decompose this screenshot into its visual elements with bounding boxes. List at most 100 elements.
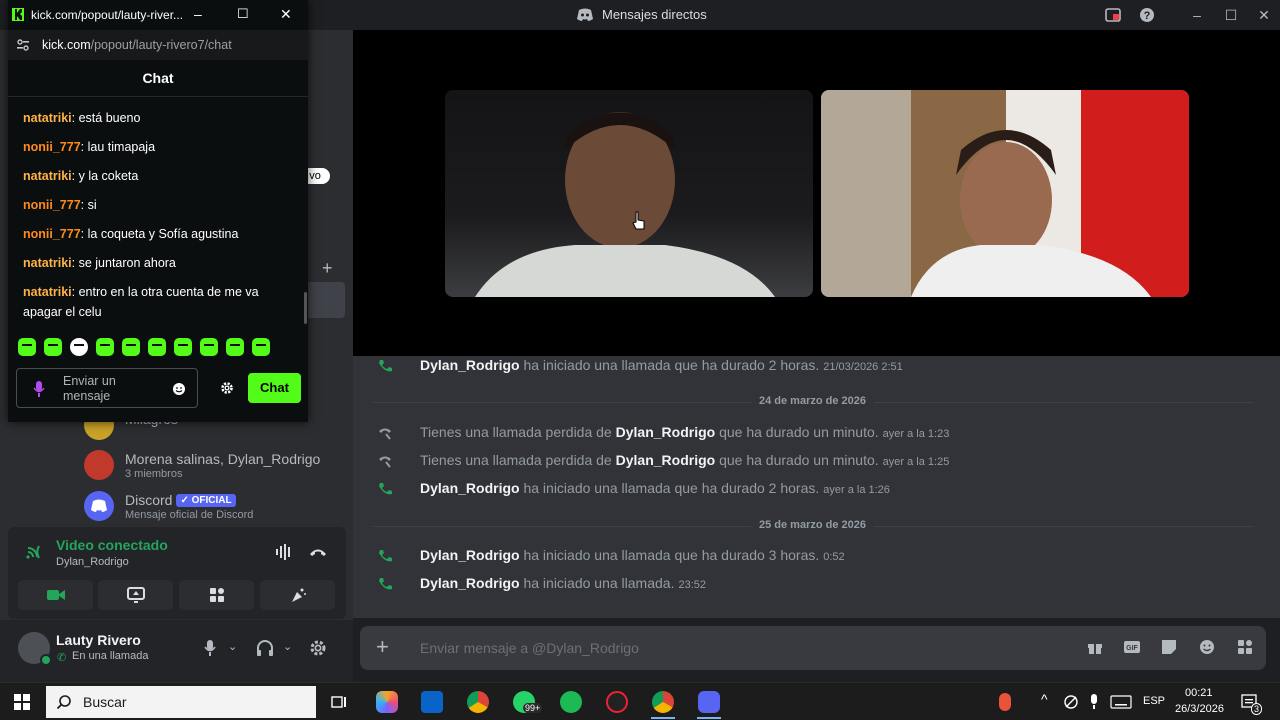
keyboard-icon[interactable] — [1110, 695, 1132, 709]
voice-status: Video conectado — [56, 537, 168, 553]
emote-icon[interactable] — [200, 338, 218, 356]
disconnect-icon[interactable] — [308, 543, 328, 561]
gif-icon[interactable]: GIF — [1123, 638, 1143, 658]
message-composer[interactable]: + Enviar mensaje a @Dylan_Rodrigo GIF — [360, 626, 1266, 670]
chevron-down-icon[interactable]: ⌄ — [228, 640, 237, 653]
emoji-icon[interactable] — [1198, 638, 1218, 658]
minimize-icon[interactable]: – — [1188, 6, 1206, 24]
avatar — [84, 450, 114, 480]
voice-user: Dylan_Rodrigo — [56, 556, 129, 568]
soundboard-button[interactable] — [260, 580, 335, 610]
emoji-icon[interactable] — [172, 382, 186, 396]
video-tile-local[interactable] — [821, 90, 1189, 297]
microphone-icon[interactable] — [1088, 693, 1100, 711]
maximize-icon[interactable]: ☐ — [1222, 6, 1240, 24]
message-list: Dylan_Rodrigo ha iniciado una llamada qu… — [353, 356, 1280, 618]
call-message: Tienes una llamada perdida de Dylan_Rodr… — [353, 451, 1280, 471]
cursor-hand-icon — [631, 210, 647, 232]
dm-subtitle: 3 miembros — [125, 468, 183, 480]
missed-call-icon — [377, 425, 393, 441]
microphone-icon[interactable] — [33, 380, 45, 398]
help-icon[interactable]: ? — [1138, 6, 1156, 24]
spotify-icon[interactable] — [560, 691, 582, 713]
chat-settings-gear-icon[interactable] — [220, 381, 234, 395]
emote-icon[interactable] — [252, 338, 270, 356]
gift-icon[interactable] — [1086, 638, 1106, 658]
emote-icon[interactable] — [96, 338, 114, 356]
chat-message: natatriki: está bueno — [23, 111, 141, 125]
chat-input-placeholder: Enviar un mensaje — [63, 374, 116, 403]
headphones-icon[interactable] — [255, 638, 275, 658]
screenshare-button[interactable] — [98, 580, 173, 610]
notification-count: 3 — [1251, 703, 1263, 715]
kick-address-bar[interactable]: kick.com/popout/lauty-rivero7/chat — [8, 30, 308, 60]
chrome-icon[interactable] — [467, 691, 489, 713]
official-badge: ✓ OFICIAL — [176, 494, 236, 507]
emote-icon[interactable] — [70, 338, 88, 356]
inbox-icon[interactable] — [1104, 6, 1122, 24]
send-chat-button[interactable]: Chat — [248, 373, 301, 403]
call-message: Dylan_Rodrigo ha iniciado una llamada. 23… — [353, 574, 1280, 594]
emote-icon[interactable] — [174, 338, 192, 356]
outlook-icon[interactable] — [421, 691, 443, 713]
apps-icon[interactable] — [1236, 638, 1256, 658]
maximize-icon[interactable]: ☐ — [237, 6, 249, 22]
language-indicator[interactable]: ESP — [1143, 695, 1165, 707]
task-view-icon[interactable] — [331, 694, 347, 710]
svg-text:GIF: GIF — [1126, 645, 1138, 652]
kick-logo-icon — [12, 8, 24, 21]
camera-button[interactable] — [18, 580, 93, 610]
sticker-icon[interactable] — [1160, 638, 1180, 658]
message-input[interactable]: Enviar mensaje a @Dylan_Rodrigo — [420, 640, 639, 656]
clock-date[interactable]: 26/3/2026 — [1175, 703, 1224, 715]
add-attachment-icon[interactable]: + — [376, 636, 396, 658]
phone-green-icon — [377, 481, 393, 497]
clock-time[interactable]: 00:21 — [1185, 687, 1213, 699]
call-message: Dylan_Rodrigo ha iniciado una llamada qu… — [353, 356, 1280, 376]
emote-icon[interactable] — [148, 338, 166, 356]
close-icon[interactable]: ✕ — [1255, 6, 1273, 24]
chevron-down-icon[interactable]: ⌄ — [283, 640, 292, 653]
phone-icon: ✆ — [57, 652, 67, 664]
chat-message: natatriki: se juntaron ahora — [23, 256, 176, 270]
phone-green-icon — [377, 358, 393, 374]
minimize-icon[interactable]: – — [194, 6, 202, 22]
chat-scrollbar[interactable] — [304, 292, 307, 324]
emote-icon[interactable] — [122, 338, 140, 356]
dm-item[interactable]: Discord ✓ OFICIAL Mensaje oficial de Disc… — [80, 489, 340, 523]
noise-suppression-icon[interactable] — [274, 543, 294, 561]
discord-logo-icon — [576, 8, 594, 22]
chat-message: nonii_777: la coqueta y Sofía agustina — [23, 227, 239, 241]
windows-start-icon[interactable] — [14, 694, 30, 710]
search-placeholder: Buscar — [83, 694, 127, 710]
windows-taskbar: Buscar 99+ ^ ESP 00:21 26/3/2026 3 — [0, 682, 1280, 720]
app-icon[interactable] — [606, 691, 628, 713]
emote-icon[interactable] — [18, 338, 36, 356]
emote-icon[interactable] — [226, 338, 244, 356]
window-title: Mensajes directos — [576, 7, 707, 22]
network-off-icon[interactable] — [1063, 694, 1079, 710]
taskbar-search[interactable]: Buscar — [46, 686, 316, 718]
add-dm-icon[interactable]: + — [322, 258, 333, 279]
call-message: Dylan_Rodrigo ha iniciado una llamada qu… — [353, 546, 1280, 566]
activities-button[interactable] — [179, 580, 254, 610]
emote-icon[interactable] — [44, 338, 62, 356]
svg-text:?: ? — [1144, 10, 1151, 22]
discord-icon[interactable] — [698, 691, 720, 713]
kick-titlebar: kick.com/popout/lauty-river... – ☐ ✕ — [8, 0, 308, 30]
video-tile-remote[interactable] — [445, 90, 813, 297]
show-hidden-icons-icon[interactable]: ^ — [1041, 691, 1048, 707]
call-message: Tienes una llamada perdida de Dylan_Rodr… — [353, 423, 1280, 443]
chat-input[interactable]: Enviar un mensaje — [16, 368, 198, 408]
tray-app-icon[interactable] — [999, 693, 1011, 711]
copilot-icon[interactable] — [376, 691, 398, 713]
dm-item[interactable]: Morena salinas, Dylan_Rodrigo 3 miembros — [80, 448, 340, 482]
chrome-icon[interactable] — [652, 691, 674, 713]
site-info-icon[interactable] — [16, 38, 30, 52]
date-divider: 25 de marzo de 2026 — [373, 519, 1253, 533]
signal-icon — [24, 543, 42, 561]
settings-gear-icon[interactable] — [308, 638, 328, 658]
user-name: Lauty Rivero — [56, 632, 141, 648]
microphone-icon[interactable] — [202, 638, 218, 658]
close-icon[interactable]: ✕ — [280, 6, 292, 23]
